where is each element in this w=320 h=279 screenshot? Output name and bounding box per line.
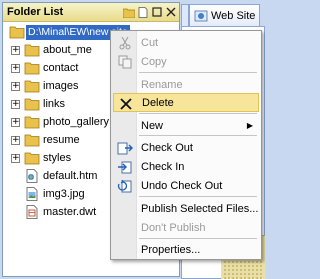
menu-item-rename[interactable]: Rename: [113, 75, 259, 94]
expand-icon[interactable]: +: [11, 46, 20, 55]
folder-list-title: Folder List: [7, 6, 64, 18]
menu-label: Properties...: [141, 243, 201, 256]
tree-item[interactable]: + about_me: [3, 42, 113, 59]
menu-item-new[interactable]: New ▶: [113, 116, 259, 135]
menu-label: Check Out: [141, 141, 193, 154]
menu-item-copy[interactable]: Copy: [113, 52, 259, 71]
tree-item-label: img3.jpg: [43, 188, 85, 200]
folder-icon: [24, 152, 40, 165]
menu-label: Undo Check Out: [141, 179, 223, 192]
tree-item[interactable]: + styles: [3, 150, 113, 167]
check-in-icon: [117, 159, 133, 175]
tree-item[interactable]: img3.jpg: [3, 186, 113, 203]
folder-list-header: Folder List: [3, 3, 179, 22]
folder-icon: [24, 44, 40, 57]
context-menu: Cut Copy Rename Delete New ▶ Check Out C…: [110, 30, 262, 260]
expand-icon[interactable]: +: [11, 100, 20, 109]
menu-separator: [139, 113, 257, 114]
new-folder-icon[interactable]: [123, 6, 135, 18]
image-file-icon: [26, 187, 38, 201]
menu-item-cut[interactable]: Cut: [113, 33, 259, 52]
folder-icon: [9, 26, 25, 39]
menu-label: Cut: [141, 36, 159, 49]
expand-icon[interactable]: +: [11, 136, 20, 145]
menu-label: Rename: [141, 78, 183, 91]
tree-item[interactable]: master.dwt: [3, 204, 113, 221]
menu-item-check-out[interactable]: Check Out: [113, 138, 259, 157]
copy-icon: [117, 54, 133, 70]
menu-separator: [139, 135, 257, 136]
undo-check-out-icon: [117, 178, 133, 194]
tree-item[interactable]: + images: [3, 78, 113, 95]
menu-separator: [139, 238, 257, 239]
tree-item[interactable]: + photo_gallery: [3, 114, 113, 131]
delete-x-icon: [118, 96, 134, 112]
html-file-icon: [26, 169, 38, 183]
tree-item-label: about_me: [43, 44, 92, 56]
template-file-icon: [26, 205, 38, 219]
tree-item[interactable]: + contact: [3, 60, 113, 77]
tab-bar: Web Site: [181, 4, 265, 26]
menu-item-delete[interactable]: Delete: [113, 93, 259, 112]
menu-item-undo-check-out[interactable]: Undo Check Out: [113, 176, 259, 195]
folder-icon: [24, 62, 40, 75]
menu-label: Check In: [141, 160, 185, 173]
close-icon[interactable]: [165, 6, 177, 18]
tree-item-label: resume: [43, 134, 80, 146]
tree-item[interactable]: + links: [3, 96, 113, 113]
check-out-icon: [117, 140, 133, 156]
folder-icon: [24, 116, 40, 129]
menu-label: New: [141, 119, 164, 132]
tree-item[interactable]: default.htm: [3, 168, 113, 185]
tree-item-label: links: [43, 98, 66, 110]
tree-item-label: styles: [43, 152, 72, 164]
expand-icon[interactable]: +: [11, 82, 20, 91]
expand-icon[interactable]: +: [11, 118, 20, 127]
menu-label: Don't Publish: [141, 221, 206, 234]
submenu-arrow-icon: ▶: [246, 121, 253, 130]
tab-scroll-left[interactable]: [181, 4, 189, 26]
folder-icon: [24, 80, 40, 93]
maximize-icon[interactable]: [151, 6, 163, 18]
web-site-icon: [194, 10, 208, 21]
menu-item-properties[interactable]: Properties...: [113, 240, 259, 259]
menu-item-check-in[interactable]: Check In: [113, 157, 259, 176]
menu-label: Publish Selected Files...: [141, 202, 259, 215]
new-page-icon[interactable]: [137, 6, 149, 18]
menu-label: Delete: [142, 96, 174, 109]
tree-item-label: master.dwt: [43, 206, 97, 218]
menu-label: Copy: [141, 55, 167, 68]
expand-icon[interactable]: +: [11, 64, 20, 73]
tree-item-label: photo_gallery: [43, 116, 110, 128]
folder-icon: [24, 134, 40, 147]
menu-separator: [139, 196, 257, 197]
menu-item-publish-selected[interactable]: Publish Selected Files...: [113, 199, 259, 218]
tree-item-label: contact: [43, 62, 79, 74]
menu-item-dont-publish[interactable]: Don't Publish: [113, 218, 259, 237]
expand-icon[interactable]: +: [11, 154, 20, 163]
tree-item-label: default.htm: [43, 170, 98, 182]
tab-web-site[interactable]: Web Site: [189, 4, 261, 26]
tree-item-label: images: [43, 80, 79, 92]
menu-separator: [139, 72, 257, 73]
folder-icon: [24, 98, 40, 111]
tree-item[interactable]: + resume: [3, 132, 113, 149]
scissors-icon: [117, 35, 133, 51]
tab-label: Web Site: [211, 9, 256, 22]
